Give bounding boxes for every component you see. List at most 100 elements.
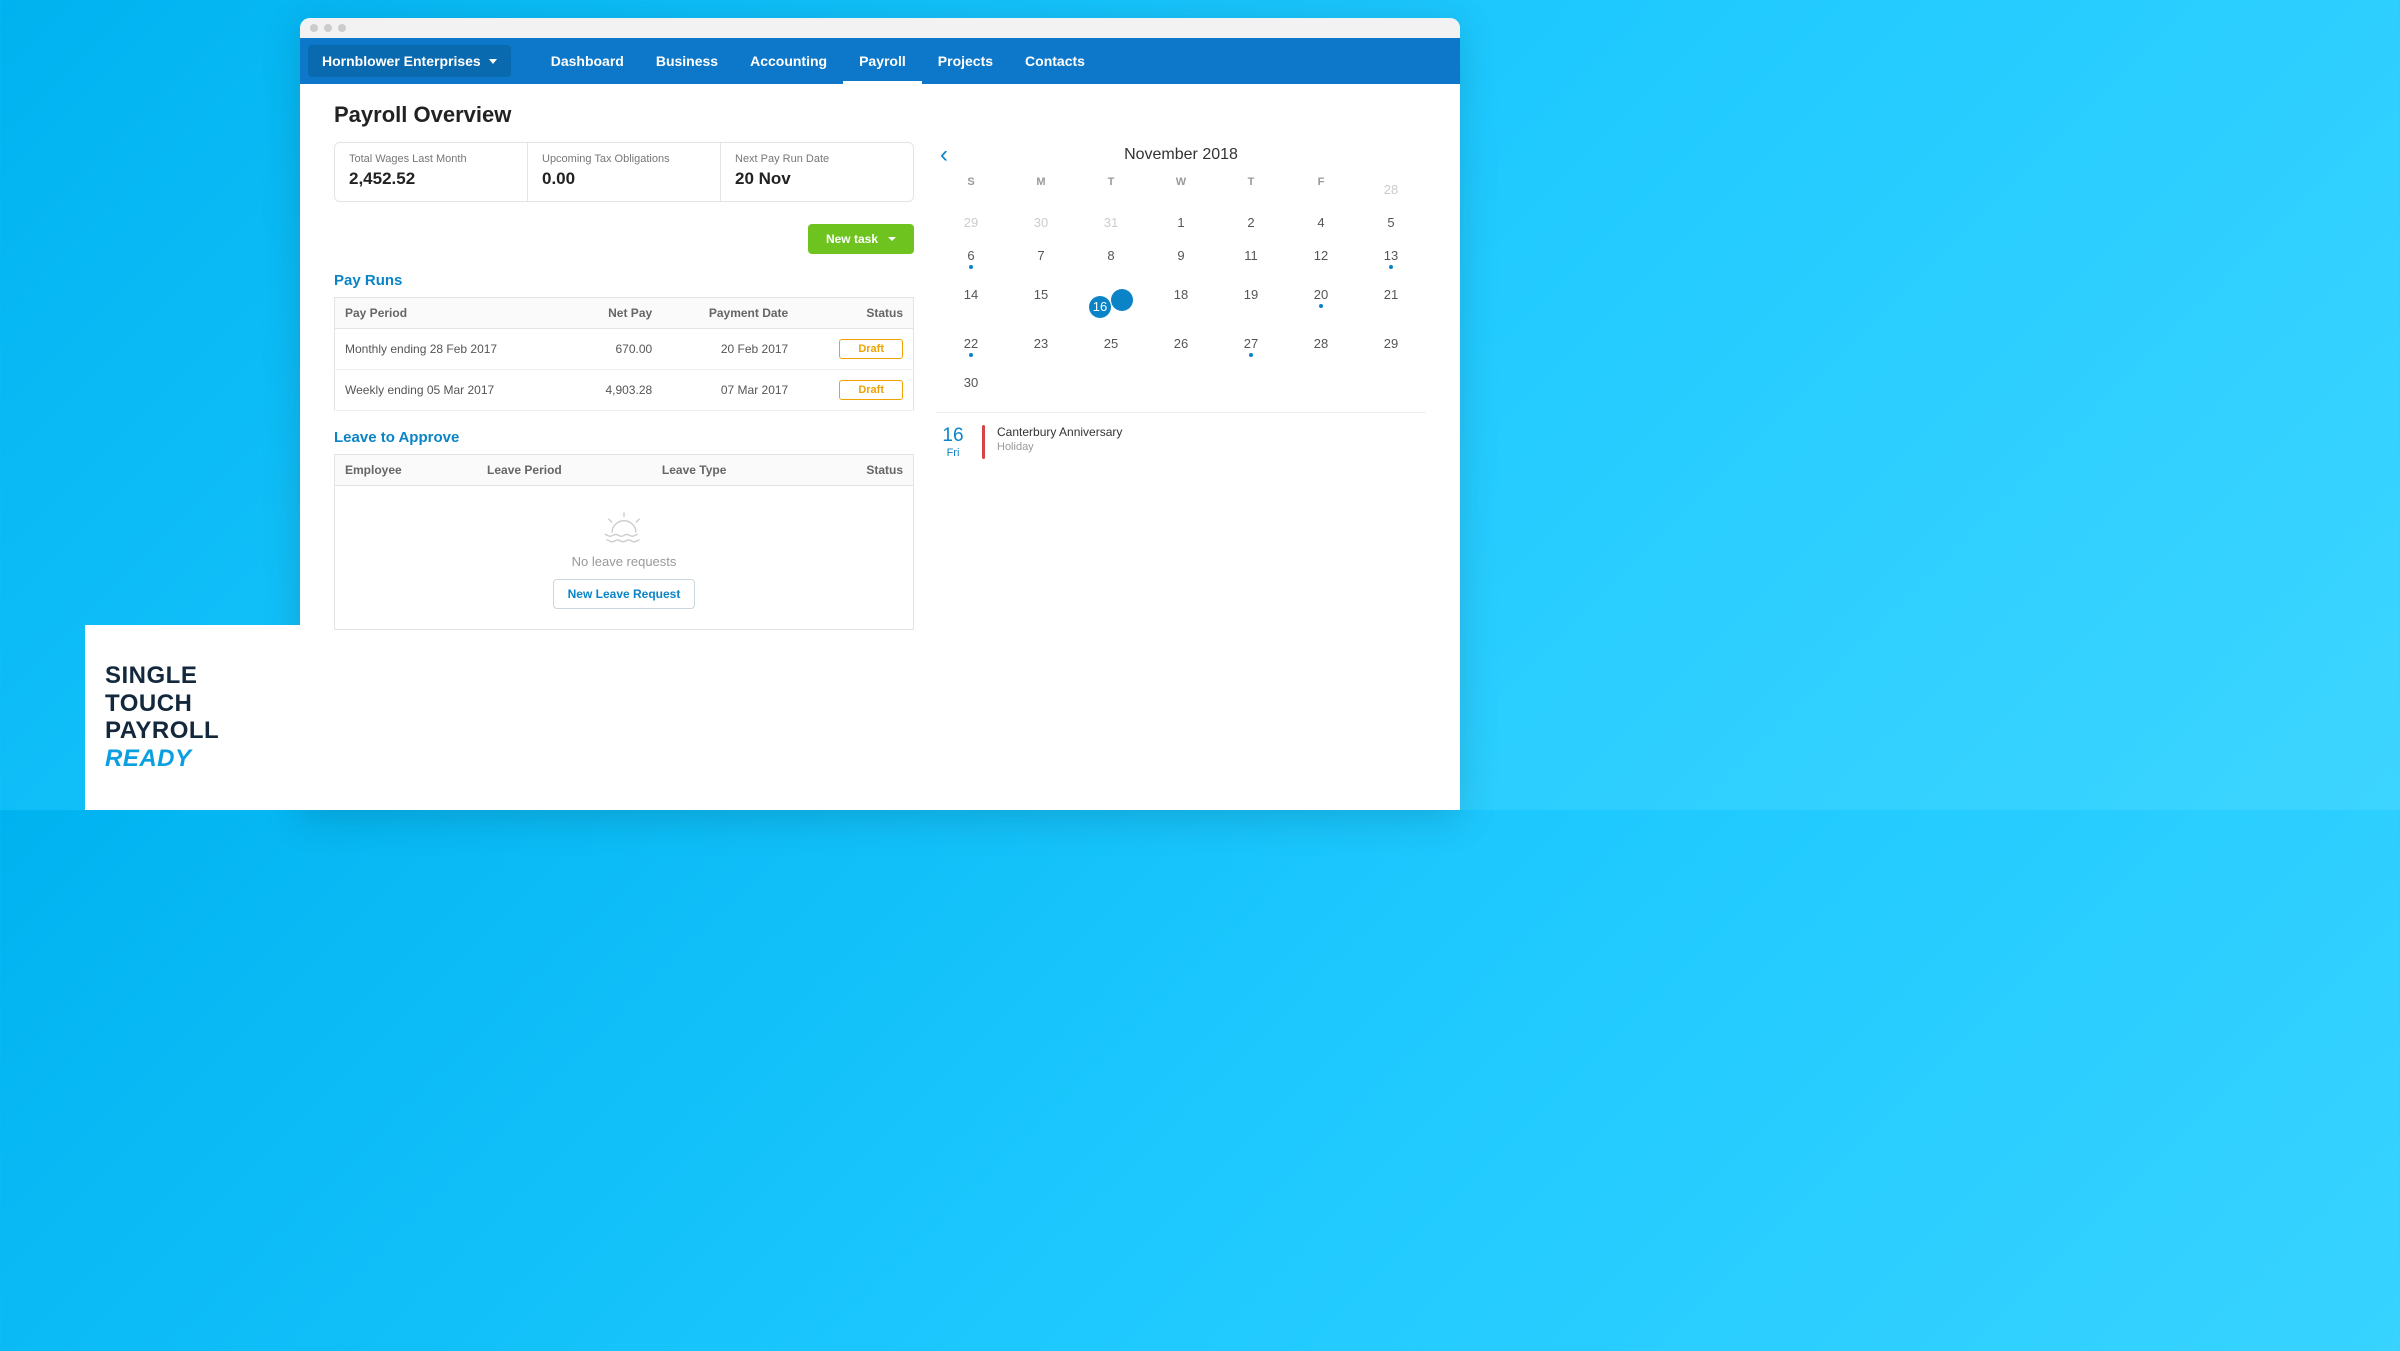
badge-line-1: SINGLE	[105, 662, 280, 690]
leave-col-2: Leave Type	[652, 455, 808, 486]
leave-table: EmployeeLeave PeriodLeave TypeStatus	[334, 454, 914, 486]
calendar-day[interactable]: 23	[1006, 330, 1076, 363]
page-body: Payroll Overview Total Wages Last Month 2…	[300, 84, 1460, 810]
event-subtitle: Holiday	[997, 441, 1122, 453]
calendar-day[interactable]: 20	[1286, 281, 1356, 324]
leave-heading: Leave to Approve	[334, 429, 914, 446]
nav-contacts[interactable]: Contacts	[1009, 38, 1101, 84]
org-switcher[interactable]: Hornblower Enterprises	[308, 45, 511, 77]
badge-line-3: PAYROLL	[105, 717, 280, 745]
metric-label: Total Wages Last Month	[349, 153, 513, 165]
calendar-day[interactable]: 6	[936, 242, 1006, 275]
weekday-header: F	[1286, 176, 1356, 203]
event-dot-icon	[1249, 353, 1253, 357]
calendar-day[interactable]: 5	[1356, 209, 1426, 236]
metric-value: 0.00	[542, 169, 706, 189]
calendar-day[interactable]: 19	[1216, 281, 1286, 324]
calendar-day[interactable]: 16	[1076, 281, 1146, 324]
calendar-day[interactable]: 21	[1356, 281, 1426, 324]
payruns-col-2: Payment Date	[662, 298, 798, 329]
metric-card: Total Wages Last Month 2,452.52	[335, 143, 528, 201]
metric-label: Upcoming Tax Obligations	[542, 153, 706, 165]
calendar-day[interactable]: 29	[1356, 330, 1426, 363]
event-dow: Fri	[936, 447, 970, 459]
weekday-header: T	[1216, 176, 1286, 203]
calendar-day[interactable]: 13	[1356, 242, 1426, 275]
chevron-down-icon	[489, 59, 497, 64]
sun-horizon-icon	[601, 512, 647, 544]
nav-projects[interactable]: Projects	[922, 38, 1009, 84]
leave-col-0: Employee	[335, 455, 478, 486]
calendar-day[interactable]: 15	[1006, 281, 1076, 324]
calendar-day[interactable]: 27	[1216, 330, 1286, 363]
leave-col-3: Status	[808, 455, 914, 486]
payrun-date: 20 Feb 2017	[662, 329, 798, 370]
calendar-day[interactable]: 29	[936, 209, 1006, 236]
calendar-day[interactable]: 18	[1146, 281, 1216, 324]
calendar-day[interactable]: 4	[1286, 209, 1356, 236]
payrun-period: Monthly ending 28 Feb 2017	[335, 329, 571, 370]
weekday-header: T	[1076, 176, 1146, 203]
calendar-day[interactable]: 14	[936, 281, 1006, 324]
nav-payroll[interactable]: Payroll	[843, 38, 922, 84]
calendar-widget: ‹ November 2018 SMTWTF282930311245678911…	[936, 142, 1426, 459]
calendar-day[interactable]: 28	[1286, 330, 1356, 363]
calendar-event: 16 Fri Canterbury Anniversary Holiday	[936, 412, 1426, 459]
event-day: 16	[936, 425, 970, 447]
payrun-row[interactable]: Weekly ending 05 Mar 20174,903.2807 Mar …	[335, 370, 914, 411]
payrun-period: Weekly ending 05 Mar 2017	[335, 370, 571, 411]
calendar-day[interactable]: 28	[1356, 176, 1426, 203]
calendar-day[interactable]: 7	[1006, 242, 1076, 275]
nav-dashboard[interactable]: Dashboard	[535, 38, 640, 84]
payrun-net: 670.00	[571, 329, 662, 370]
calendar-day[interactable]: 12	[1286, 242, 1356, 275]
calendar-day[interactable]: 30	[1006, 209, 1076, 236]
calendar-day[interactable]: 11	[1216, 242, 1286, 275]
event-bar	[982, 425, 985, 459]
calendar-day[interactable]: 8	[1076, 242, 1146, 275]
calendar-day[interactable]: 1	[1146, 209, 1216, 236]
weekday-header: S	[936, 176, 1006, 203]
window-dot	[338, 24, 346, 32]
nav-accounting[interactable]: Accounting	[734, 38, 843, 84]
calendar-day[interactable]: 2	[1216, 209, 1286, 236]
calendar-day[interactable]: 31	[1076, 209, 1146, 236]
calendar-day[interactable]: 26	[1146, 330, 1216, 363]
status-badge[interactable]: Draft	[839, 339, 903, 359]
metric-cards: Total Wages Last Month 2,452.52 Upcoming T…	[334, 142, 914, 202]
calendar-day[interactable]: 30	[936, 369, 1006, 396]
badge-ready: READY	[105, 745, 280, 773]
calendar-day[interactable]: 25	[1076, 330, 1146, 363]
calendar-day[interactable]: 22	[936, 330, 1006, 363]
payrun-net: 4,903.28	[571, 370, 662, 411]
window-dot	[310, 24, 318, 32]
event-dot-icon	[1111, 289, 1133, 311]
new-task-label: New task	[826, 232, 878, 246]
page-title: Payroll Overview	[334, 102, 1426, 128]
badge-line-2: TOUCH	[105, 690, 280, 718]
metric-label: Next Pay Run Date	[735, 153, 899, 165]
chevron-down-icon	[888, 237, 896, 241]
event-dot-icon	[969, 265, 973, 269]
stp-ready-badge: SINGLE TOUCH PAYROLL READY	[85, 625, 300, 810]
payrun-row[interactable]: Monthly ending 28 Feb 2017670.0020 Feb 2…	[335, 329, 914, 370]
window-titlebar	[300, 18, 1460, 38]
event-dot-icon	[969, 353, 973, 357]
org-name: Hornblower Enterprises	[322, 53, 481, 69]
new-task-button[interactable]: New task	[808, 224, 914, 254]
new-leave-request-button[interactable]: New Leave Request	[553, 579, 696, 609]
event-title: Canterbury Anniversary	[997, 425, 1122, 439]
weekday-header: M	[1006, 176, 1076, 203]
calendar-prev-button[interactable]: ‹	[940, 143, 948, 167]
calendar-day[interactable]: 9	[1146, 242, 1216, 275]
payruns-table: Pay PeriodNet PayPayment DateStatus Mont…	[334, 297, 914, 411]
status-badge[interactable]: Draft	[839, 380, 903, 400]
metric-card: Next Pay Run Date20 Nov	[721, 143, 913, 201]
event-dot-icon	[1389, 265, 1393, 269]
leave-empty-state: No leave requests New Leave Request	[334, 486, 914, 630]
weekday-header: W	[1146, 176, 1216, 203]
nav-business[interactable]: Business	[640, 38, 734, 84]
metric-value: 2,452.52	[349, 169, 513, 189]
payruns-col-3: Status	[798, 298, 913, 329]
app-window: Hornblower Enterprises DashboardBusiness…	[300, 18, 1460, 810]
